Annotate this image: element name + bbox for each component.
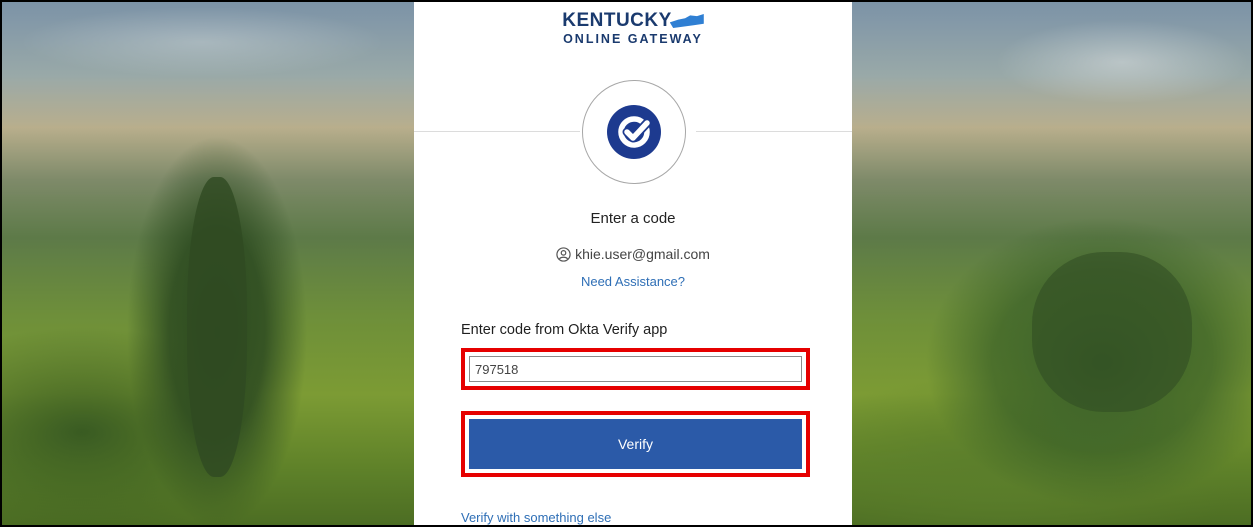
- button-highlight-box: Verify: [461, 411, 810, 477]
- user-identifier: khie.user@gmail.com: [414, 246, 852, 262]
- background-tree: [1032, 252, 1192, 412]
- input-highlight-box: [461, 348, 810, 390]
- screenshot-frame: KENTUCKY ONLINE GATEWAY Enter a code khi…: [0, 0, 1253, 527]
- code-field-label: Enter code from Okta Verify app: [461, 322, 668, 338]
- divider-right: [696, 131, 852, 132]
- okta-verify-badge: [582, 80, 686, 184]
- okta-verify-icon: [607, 105, 661, 159]
- user-email: khie.user@gmail.com: [575, 246, 710, 262]
- verify-button[interactable]: Verify: [469, 419, 802, 469]
- user-circle-icon: [556, 246, 571, 262]
- sign-in-card: KENTUCKY ONLINE GATEWAY Enter a code khi…: [414, 2, 852, 525]
- logo-line2: ONLINE GATEWAY: [563, 32, 703, 46]
- background-tree: [187, 177, 247, 477]
- page-title: Enter a code: [590, 210, 676, 227]
- kentucky-online-gateway-logo: KENTUCKY ONLINE GATEWAY: [414, 10, 852, 46]
- divider-left: [414, 131, 580, 132]
- logo-line1: KENTUCKY: [562, 10, 704, 32]
- verify-with-something-else-link[interactable]: Verify with something else: [461, 510, 611, 525]
- kentucky-state-icon: [669, 14, 704, 28]
- need-assistance-link[interactable]: Need Assistance?: [414, 274, 852, 289]
- code-input[interactable]: [469, 356, 802, 382]
- checkmark-icon: [618, 116, 652, 148]
- logo-line1-text: KENTUCKY: [562, 10, 672, 31]
